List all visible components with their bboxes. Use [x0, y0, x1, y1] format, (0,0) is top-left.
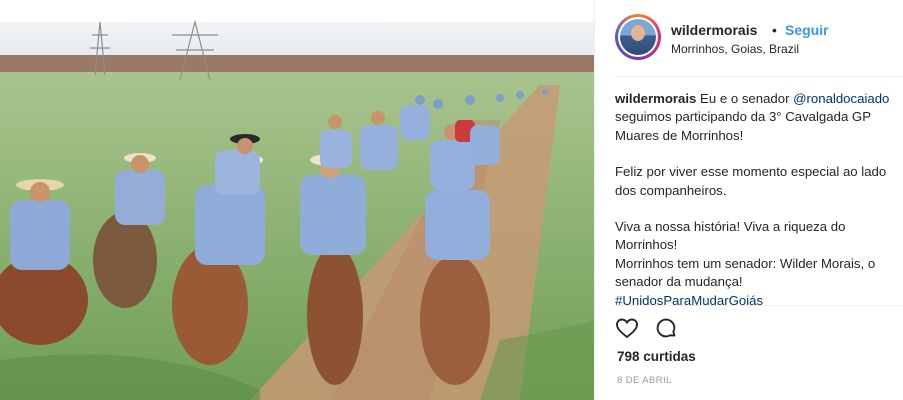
- avatar-image: [618, 17, 658, 57]
- post-header: wildermorais • Seguir Morrinhos, Goias, …: [615, 14, 895, 64]
- mention-link[interactable]: @ronaldocaiado: [793, 91, 889, 106]
- caption-username[interactable]: wildermorais: [615, 91, 696, 106]
- post-sidebar: wildermorais • Seguir Morrinhos, Goias, …: [594, 0, 903, 400]
- separator-dot: •: [772, 22, 777, 38]
- divider: [615, 76, 903, 77]
- caption-paragraph: Viva a nossa história! Viva a riqueza do…: [615, 219, 846, 253]
- avatar[interactable]: [615, 14, 661, 60]
- divider: [615, 305, 903, 306]
- caption-paragraph: Feliz por viver esse momento especial ao…: [615, 164, 887, 198]
- post-actions: [615, 316, 695, 344]
- follow-button[interactable]: Seguir: [785, 22, 829, 38]
- post-caption: wildermorais Eu e o senador @ronaldocaia…: [615, 90, 897, 310]
- caption-paragraph: Morrinhos tem um senador: Wilder Morais,…: [615, 255, 876, 290]
- header-username[interactable]: wildermorais: [671, 22, 757, 38]
- likes-count[interactable]: 798 curtidas: [617, 349, 696, 364]
- location-link[interactable]: Morrinhos, Goias, Brazil: [671, 42, 799, 56]
- heart-icon[interactable]: [615, 316, 641, 342]
- caption-text: seguimos participando da 3° Cavalgada GP…: [615, 109, 871, 143]
- caption-text: Eu e o senador: [696, 91, 794, 106]
- comment-icon[interactable]: [654, 316, 680, 342]
- post-photo[interactable]: [0, 0, 594, 400]
- post-date[interactable]: 8 DE ABRIL: [617, 375, 672, 386]
